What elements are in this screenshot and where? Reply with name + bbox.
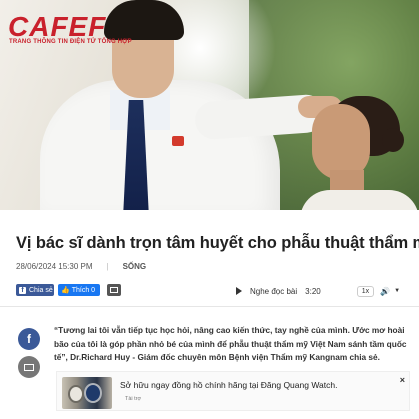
ad-thumbnail[interactable] bbox=[62, 377, 112, 409]
facebook-like-label: Thích 0 bbox=[71, 286, 96, 294]
mail-icon bbox=[110, 287, 118, 293]
article-meta: 28/06/2024 15:30 PM | SỐNG bbox=[16, 262, 146, 271]
site-logo[interactable]: CAFEF TRANG THÔNG TIN ĐIỆN TỬ TỔNG HỢP bbox=[8, 11, 132, 46]
logo-tagline: TRANG THÔNG TIN ĐIỆN TỬ TỔNG HỢP bbox=[9, 39, 132, 45]
facebook-icon: f bbox=[19, 286, 26, 294]
playback-speed-button[interactable]: 1x bbox=[356, 285, 375, 297]
ad-title[interactable]: Sở hữu ngay đồng hồ chính hãng tại Đăng … bbox=[120, 380, 337, 390]
chevron-down-icon[interactable]: ▼ bbox=[394, 288, 400, 294]
mail-icon bbox=[24, 363, 34, 371]
close-icon[interactable]: × bbox=[400, 375, 405, 385]
facebook-share-button[interactable]: f Chia sẻ bbox=[16, 284, 54, 296]
patient-hair-bun bbox=[382, 128, 404, 152]
volume-icon[interactable]: 🔊 bbox=[380, 287, 390, 296]
side-email-share-button[interactable] bbox=[18, 356, 40, 378]
thumbs-up-icon: 👍 bbox=[61, 287, 70, 294]
meta-separator: | bbox=[106, 262, 109, 271]
article-lead: “Tương lai tôi vẫn tiếp tục học hỏi, nân… bbox=[54, 325, 407, 362]
sponsored-ad[interactable]: Sở hữu ngay đồng hồ chính hãng tại Đăng … bbox=[56, 371, 410, 411]
audio-duration: 3:20 bbox=[305, 286, 321, 296]
patient-face bbox=[312, 104, 370, 180]
hero-image: CAFEF TRANG THÔNG TIN ĐIỆN TỬ TỔNG HỢP bbox=[0, 0, 419, 210]
side-facebook-share-button[interactable]: f bbox=[18, 328, 40, 350]
facebook-share-label: Chia sẻ bbox=[29, 286, 53, 294]
watch-image bbox=[84, 383, 102, 403]
audio-label: Nghe đọc bài bbox=[250, 286, 298, 296]
email-share-button[interactable] bbox=[107, 284, 121, 296]
article-category[interactable]: SỐNG bbox=[123, 262, 147, 271]
logo-wordmark: CAFEF bbox=[8, 11, 107, 42]
pocket-logo bbox=[172, 136, 184, 146]
audio-player[interactable]: Nghe đọc bài 3:20 1x 🔊 ▼ bbox=[232, 283, 410, 299]
ad-sponsor-label: Tài trợ bbox=[125, 396, 142, 402]
divider bbox=[0, 306, 419, 307]
patient-shirt bbox=[300, 190, 419, 210]
watch-image bbox=[68, 385, 84, 403]
play-icon[interactable] bbox=[236, 287, 242, 295]
facebook-icon: f bbox=[27, 332, 31, 346]
article-datetime: 28/06/2024 15:30 PM bbox=[16, 262, 93, 271]
article-title: Vị bác sĩ dành trọn tâm huyết cho phẫu t… bbox=[16, 234, 419, 252]
facebook-like-button[interactable]: 👍 Thích 0 bbox=[58, 284, 100, 296]
